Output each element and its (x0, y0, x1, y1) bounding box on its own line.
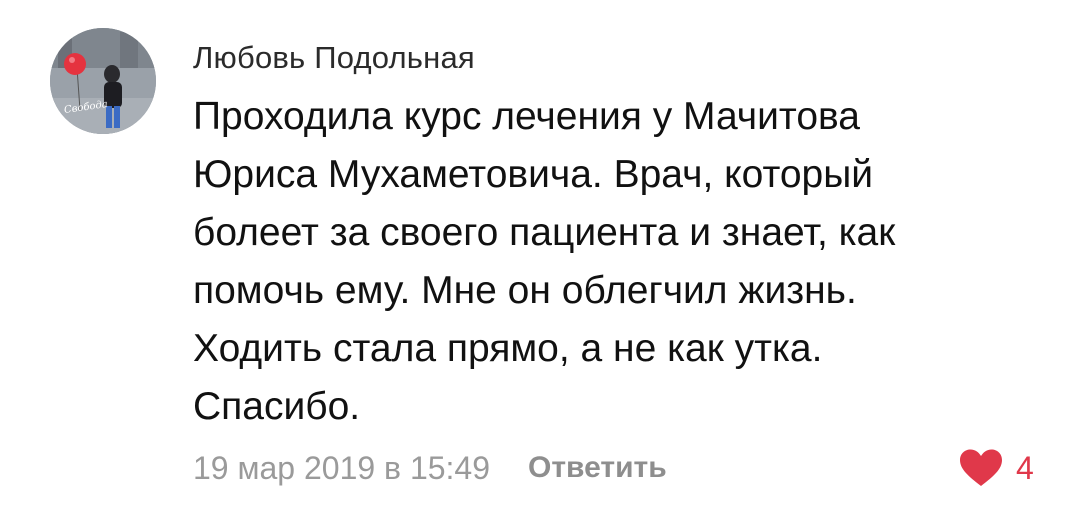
comment-text-line: Проходила курс лечения у Мачитова (193, 95, 860, 138)
comment-item: Свобода Любовь Подольная Проходила курс … (0, 0, 1079, 518)
comment-text-line: болеет за своего пациента и знает, как (193, 211, 896, 254)
comment-date[interactable]: 19 мар 2019 в 15:49 (193, 450, 490, 487)
reply-button[interactable]: Ответить (528, 451, 667, 485)
heart-icon (960, 449, 1002, 486)
comment-text-line: Ходить стала прямо, а не как утка. (193, 327, 823, 370)
comment-text-line: Спасибо. (193, 385, 361, 428)
author-name[interactable]: Любовь Подольная (193, 38, 475, 78)
comment-text-line: Юриса Мухаметовича. Врач, который (193, 153, 874, 196)
avatar[interactable]: Свобода (50, 28, 156, 134)
comment-text: Проходила курс лечения у Мачитова Юриса … (193, 88, 1053, 436)
comment-text-line: помочь ему. Мне он облегчил жизнь. (193, 269, 857, 312)
like-count: 4 (1016, 449, 1034, 486)
comment-meta: 19 мар 2019 в 15:49 Ответить (193, 446, 667, 490)
avatar-photo (50, 28, 156, 134)
like-button[interactable]: 4 (958, 446, 1034, 490)
